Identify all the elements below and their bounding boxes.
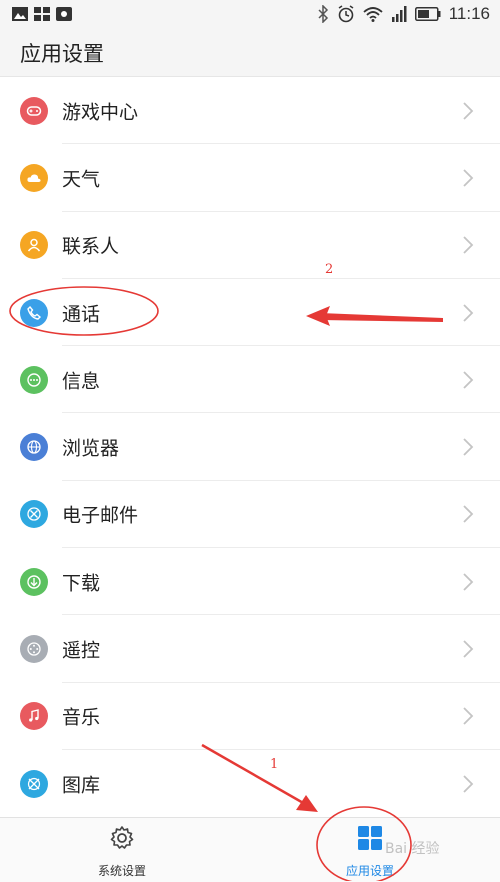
- message-icon: [20, 365, 48, 394]
- settings-item-label: 天气: [62, 168, 101, 191]
- settings-item-label: 电子邮件: [62, 504, 139, 527]
- image-notification-icon: [12, 7, 28, 21]
- weather-icon: [20, 163, 48, 192]
- chevron-right-icon: [463, 236, 474, 254]
- settings-item-label: 联系人: [62, 235, 120, 258]
- battery-icon: [414, 7, 441, 21]
- settings-item-gallery[interactable]: 图库: [0, 750, 500, 817]
- settings-item-messages[interactable]: 信息: [0, 346, 500, 414]
- chevron-right-icon: [463, 573, 474, 591]
- settings-item-label: 图库: [62, 774, 101, 797]
- grid-notification-icon: [34, 7, 50, 21]
- chevron-right-icon: [463, 371, 474, 389]
- wifi-icon: [363, 7, 383, 22]
- settings-item-music[interactable]: 音乐: [0, 683, 500, 750]
- tab-system-settings[interactable]: 系统设置: [62, 824, 182, 879]
- settings-item-phone[interactable]: 通话: [0, 279, 500, 347]
- settings-item-email[interactable]: 电子邮件: [0, 481, 500, 549]
- chevron-right-icon: [463, 169, 474, 187]
- settings-item-weather[interactable]: 天气: [0, 144, 500, 212]
- chevron-right-icon: [463, 438, 474, 456]
- settings-item-game-center[interactable]: 游戏中心: [0, 77, 500, 145]
- settings-item-browser[interactable]: 浏览器: [0, 413, 500, 481]
- chevron-right-icon: [463, 303, 474, 322]
- settings-list: 游戏中心 天气 联系人 通话 信息 浏览器 电子邮件 下载 遥控 音乐 图库: [0, 77, 500, 817]
- tab-label: 应用设置: [345, 864, 394, 878]
- clock-time: 11:16: [448, 4, 490, 23]
- settings-item-label: 通话: [62, 303, 101, 326]
- remote-icon: [20, 635, 48, 664]
- settings-item-label: 游戏中心: [62, 101, 139, 124]
- phone-icon: [20, 298, 48, 327]
- settings-item-label: 下载: [62, 572, 101, 595]
- contacts-icon: [20, 231, 48, 260]
- browser-icon: [20, 433, 48, 462]
- chevron-right-icon: [463, 102, 474, 120]
- app-notification-icon: [56, 7, 72, 21]
- gear-icon: [110, 826, 134, 849]
- watermark: Bai 经验: [385, 841, 440, 857]
- chevron-right-icon: [463, 707, 474, 725]
- email-icon: [20, 500, 48, 529]
- annotation-label-1: 1: [270, 757, 279, 772]
- tab-label: 系统设置: [97, 864, 146, 878]
- signal-icon: [391, 6, 407, 22]
- settings-item-remote[interactable]: 遥控: [0, 615, 500, 683]
- annotation-label-2: 2: [325, 262, 334, 277]
- settings-item-label: 浏览器: [62, 437, 120, 460]
- chevron-right-icon: [463, 774, 474, 793]
- chevron-right-icon: [463, 505, 474, 524]
- header: 应用设置: [0, 32, 500, 77]
- settings-item-label: 信息: [62, 370, 101, 393]
- page-title: 应用设置: [20, 42, 104, 66]
- download-icon: [20, 567, 48, 596]
- alarm-icon: [338, 5, 354, 23]
- gallery-icon: [20, 769, 48, 798]
- apps-grid-icon: [358, 826, 382, 850]
- gamepad-icon: [20, 96, 48, 125]
- chevron-right-icon: [463, 640, 474, 658]
- settings-item-download[interactable]: 下载: [0, 548, 500, 616]
- settings-item-label: 遥控: [62, 639, 101, 662]
- settings-item-label: 音乐: [62, 706, 101, 729]
- settings-item-contacts[interactable]: 联系人: [0, 212, 500, 279]
- status-bar: 11:16: [0, 0, 500, 32]
- bluetooth-icon: [318, 5, 328, 23]
- music-icon: [20, 702, 48, 731]
